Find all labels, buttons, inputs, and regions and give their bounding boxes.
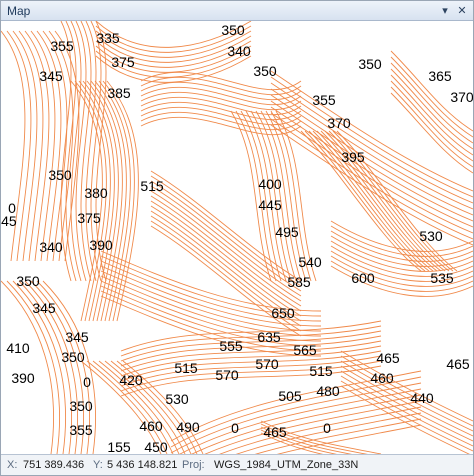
x-coordinate-label: X: (7, 459, 18, 471)
contour-label: 350 (16, 273, 40, 289)
map-window: Map ▾ ✕ 350 355 335 340 375 350 350 365 345 385 35… (0, 0, 474, 476)
contour-label: 515 (140, 178, 164, 194)
contour-label: 370 (450, 89, 473, 105)
contour-label: 0 (231, 420, 239, 436)
contour-label: 420 (119, 372, 143, 388)
contour-label: 555 (219, 338, 243, 354)
contour-label: 515 (309, 363, 333, 379)
x-coordinate-value: 751 389.436 (23, 459, 85, 471)
contour-label: 445 (258, 197, 282, 213)
contour-label: 440 (410, 390, 434, 406)
close-icon[interactable]: ✕ (455, 4, 469, 18)
contour-label: 635 (257, 329, 281, 345)
contour-label: 335 (96, 30, 120, 46)
contour-line (276, 424, 422, 454)
contour-line (312, 130, 434, 272)
contour-map: 350 355 335 340 375 350 350 365 345 385 355 370 370 3… (1, 21, 473, 454)
contour-label: 495 (275, 224, 299, 240)
contour-label: 460 (370, 370, 394, 386)
contour-label: 350 (253, 63, 277, 79)
pin-icon[interactable]: ▾ (438, 4, 452, 18)
contour-line (120, 320, 382, 352)
window-title: Map (7, 4, 31, 18)
contour-label: 585 (287, 274, 311, 290)
contour-label: 350 (358, 56, 382, 72)
contour-label: 355 (50, 38, 74, 54)
contour-label: 390 (89, 237, 113, 253)
contour-label: 490 (176, 419, 200, 435)
contour-line (204, 400, 422, 454)
contour-label: 530 (165, 391, 189, 407)
y-coordinate-label: Y: (93, 459, 103, 471)
contour-line (120, 365, 382, 397)
contour-label: 380 (84, 185, 108, 201)
contour-label: 530 (419, 228, 443, 244)
contour-label: 350 (69, 398, 93, 414)
contour-line (235, 412, 422, 454)
contour-label: 570 (255, 356, 279, 372)
contour-label: 650 (271, 305, 295, 321)
contour-label: 370 (327, 115, 351, 131)
contour-label: 570 (215, 367, 239, 383)
contour-line (340, 385, 470, 454)
contour-label: 350 (221, 22, 245, 38)
status-bar: X: 751 389.436 Y: 5 436 148.821 Proj: WG… (1, 454, 473, 475)
contour-label: 465 (446, 356, 470, 372)
contour-line (140, 81, 302, 101)
contour-label: 385 (107, 85, 131, 101)
contour-label: 350 (61, 349, 85, 365)
contour-label: 505 (278, 388, 302, 404)
contour-label: 375 (77, 210, 101, 226)
contour-label: 410 (6, 340, 30, 356)
contour-label: 395 (341, 149, 365, 165)
y-coordinate-value: 5 436 148.821 (107, 459, 178, 471)
contour-label: 460 (139, 418, 163, 434)
contour-label: 155 (107, 439, 131, 454)
contour-label: 345 (39, 68, 63, 84)
contour-label: 0 (323, 420, 331, 436)
contour-label: 340 (227, 43, 251, 59)
contour-label: 515 (174, 360, 198, 376)
map-canvas[interactable]: 350 355 335 340 375 350 350 365 345 385 355 370 370 3… (1, 21, 473, 454)
contour-label: 345 (32, 300, 56, 316)
contour-label: 345 (65, 329, 89, 345)
contour-label: 535 (430, 270, 454, 286)
contour-line (390, 92, 473, 174)
contour-label: 365 (428, 68, 452, 84)
contour-label: 350 (48, 167, 72, 183)
contour-label: 375 (111, 54, 135, 70)
contour-label: 565 (293, 342, 317, 358)
contour-label: 0 (83, 374, 91, 390)
contour-label: 480 (316, 383, 340, 399)
contour-lines (1, 21, 473, 454)
contour-line (254, 418, 422, 454)
contour-label: 465 (263, 424, 287, 440)
contour-label: 355 (69, 422, 93, 438)
contour-label: 600 (351, 270, 375, 286)
contour-label: 450 (144, 439, 168, 454)
projection-label: Proj: (182, 459, 205, 471)
contour-label: 340 (39, 239, 63, 255)
projection-value: WGS_1984_UTM_Zone_33N (214, 459, 359, 471)
contour-label: 355 (312, 92, 336, 108)
contour-label: 390 (11, 370, 35, 386)
contour-label: 345 (1, 213, 17, 229)
contour-line (140, 76, 302, 96)
map-titlebar: Map ▾ ✕ (1, 1, 473, 21)
contour-label: 540 (298, 254, 322, 270)
contour-line (150, 200, 302, 312)
contour-label: 400 (258, 176, 282, 192)
contour-label: 465 (376, 350, 400, 366)
contour-line (390, 74, 473, 156)
